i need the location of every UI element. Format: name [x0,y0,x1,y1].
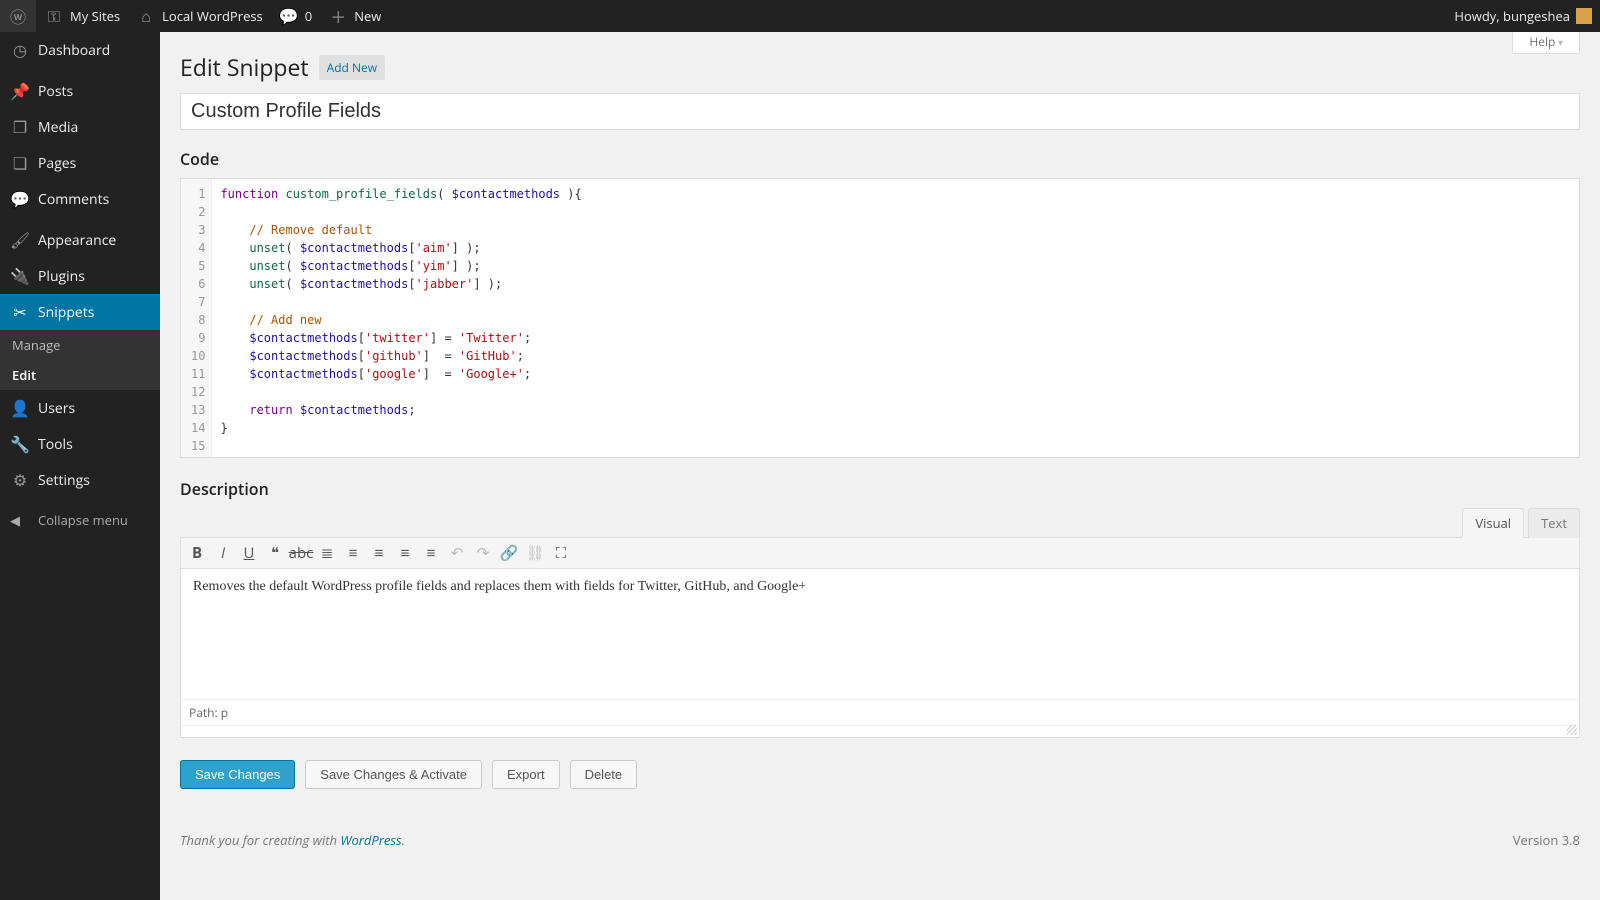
menu-settings[interactable]: ⚙ Settings [0,462,160,498]
my-sites-menu[interactable]: ⚿ My Sites [36,0,128,32]
undo-button[interactable]: ↶ [445,541,469,565]
admin-bar: ⓦ ⚿My Sites ⌂Local WordPress 💬0 ＋New How… [0,0,1600,32]
italic-button[interactable]: I [211,541,235,565]
action-buttons: Save Changes Save Changes & Activate Exp… [180,760,1580,789]
align-center-button[interactable]: ≡ [393,541,417,565]
menu-label: Users [38,399,75,418]
submenu-manage[interactable]: Manage [0,330,160,360]
menu-dashboard[interactable]: ◷ Dashboard [0,32,160,68]
description-editor: B I U ❝ abc ≣ ≡ ≡ ≡ ≡ ↶ ↷ 🔗 ⛓ ⛶ [180,537,1580,738]
align-right-button[interactable]: ≡ [419,541,443,565]
wrench-icon: 🔧 [10,434,30,454]
admin-sidebar: ◷ Dashboard 📌 Posts ❐ Media ❏ Pages 💬 Comment… [0,32,160,900]
footer-thanks: Thank you for creating with WordPress. [180,831,405,849]
link-button[interactable]: 🔗 [497,541,521,565]
ol-button[interactable]: ≡ [341,541,365,565]
code-heading: Code [180,148,1580,170]
my-sites-label: My Sites [70,7,120,25]
redo-button[interactable]: ↷ [471,541,495,565]
new-label: New [354,7,381,25]
plus-icon: ＋ [328,6,348,26]
menu-tools[interactable]: 🔧 Tools [0,426,160,462]
menu-label: Snippets [38,303,94,322]
dashboard-icon: ◷ [10,40,30,60]
collapse-label: Collapse menu [38,511,128,529]
greeting-label: Howdy, bungeshea [1454,7,1570,25]
menu-label: Plugins [38,267,85,286]
menu-label: Appearance [38,231,116,250]
add-new-button[interactable]: Add New [319,55,385,80]
site-name-label: Local WordPress [162,7,263,25]
pages-icon: ❏ [10,153,30,173]
footer: Thank you for creating with WordPress. V… [180,819,1580,861]
brush-icon: 🖌 [10,230,30,250]
code-gutter: 12345678910111213141516 [181,179,212,457]
snippets-submenu: Manage Edit [0,330,160,390]
resize-handle[interactable] [181,725,1579,737]
save-activate-button[interactable]: Save Changes & Activate [305,760,482,789]
align-left-button[interactable]: ≡ [367,541,391,565]
description-body[interactable]: Removes the default WordPress profile fi… [181,569,1579,699]
save-button[interactable]: Save Changes [180,760,295,789]
pin-icon: 📌 [10,81,30,101]
menu-snippets[interactable]: ✂ Snippets [0,294,160,330]
scissors-icon: ✂ [10,302,30,322]
menu-label: Settings [38,471,90,490]
menu-label: Posts [38,82,73,101]
sliders-icon: ⚙ [10,470,30,490]
underline-button[interactable]: U [237,541,261,565]
plug-icon: 🔌 [10,266,30,286]
bold-button[interactable]: B [185,541,209,565]
quote-button[interactable]: ❝ [263,541,287,565]
menu-users[interactable]: 👤 Users [0,390,160,426]
collapse-icon: ◀ [10,511,30,529]
code-body[interactable]: function custom_profile_fields( $contact… [212,179,669,457]
menu-pages[interactable]: ❏ Pages [0,145,160,181]
comments-count: 0 [305,7,312,25]
menu-appearance[interactable]: 🖌 Appearance [0,222,160,258]
description-heading: Description [180,478,269,500]
menu-comments[interactable]: 💬 Comments [0,181,160,217]
fullscreen-button[interactable]: ⛶ [549,541,573,565]
snippet-title-input[interactable] [180,93,1580,130]
tab-text[interactable]: Text [1528,508,1580,538]
menu-posts[interactable]: 📌 Posts [0,73,160,109]
menu-plugins[interactable]: 🔌 Plugins [0,258,160,294]
new-content-menu[interactable]: ＋ New [320,0,389,32]
strikethrough-button[interactable]: abc [289,541,313,565]
avatar [1576,8,1592,24]
menu-label: Media [38,118,78,137]
code-editor[interactable]: 12345678910111213141516 function custom_… [180,178,1580,458]
menu-label: Dashboard [38,41,110,60]
page-title-label: Edit Snippet [180,51,309,83]
page-title: Edit Snippet Add New [180,42,1580,87]
home-icon: ⌂ [136,6,156,26]
menu-label: Pages [38,154,76,173]
menu-media[interactable]: ❐ Media [0,109,160,145]
submenu-edit[interactable]: Edit [0,360,160,390]
collapse-menu[interactable]: ◀ Collapse menu [0,503,160,537]
footer-version: Version 3.8 [1513,831,1580,849]
tab-visual[interactable]: Visual [1462,508,1524,538]
comment-icon: 💬 [279,6,299,26]
users-icon: 👤 [10,398,30,418]
editor-path: Path: p [181,699,1579,725]
user-account-menu[interactable]: Howdy, bungeshea [1446,0,1600,32]
comment-icon: 💬 [10,189,30,209]
help-tab[interactable]: Help [1512,30,1580,54]
wordpress-link[interactable]: WordPress [340,831,401,849]
export-button[interactable]: Export [492,760,560,789]
unlink-button[interactable]: ⛓ [523,541,547,565]
media-icon: ❐ [10,117,30,137]
wordpress-logo-icon: ⓦ [8,6,28,26]
ul-button[interactable]: ≣ [315,541,339,565]
menu-label: Comments [38,190,109,209]
menu-label: Tools [38,435,73,454]
wp-logo[interactable]: ⓦ [0,0,36,32]
editor-toolbar: B I U ❝ abc ≣ ≡ ≡ ≡ ≡ ↶ ↷ 🔗 ⛓ ⛶ [181,538,1579,569]
comments-menu[interactable]: 💬0 [271,0,320,32]
delete-button[interactable]: Delete [570,760,638,789]
key-icon: ⚿ [44,6,64,26]
site-name-menu[interactable]: ⌂ Local WordPress [128,0,271,32]
